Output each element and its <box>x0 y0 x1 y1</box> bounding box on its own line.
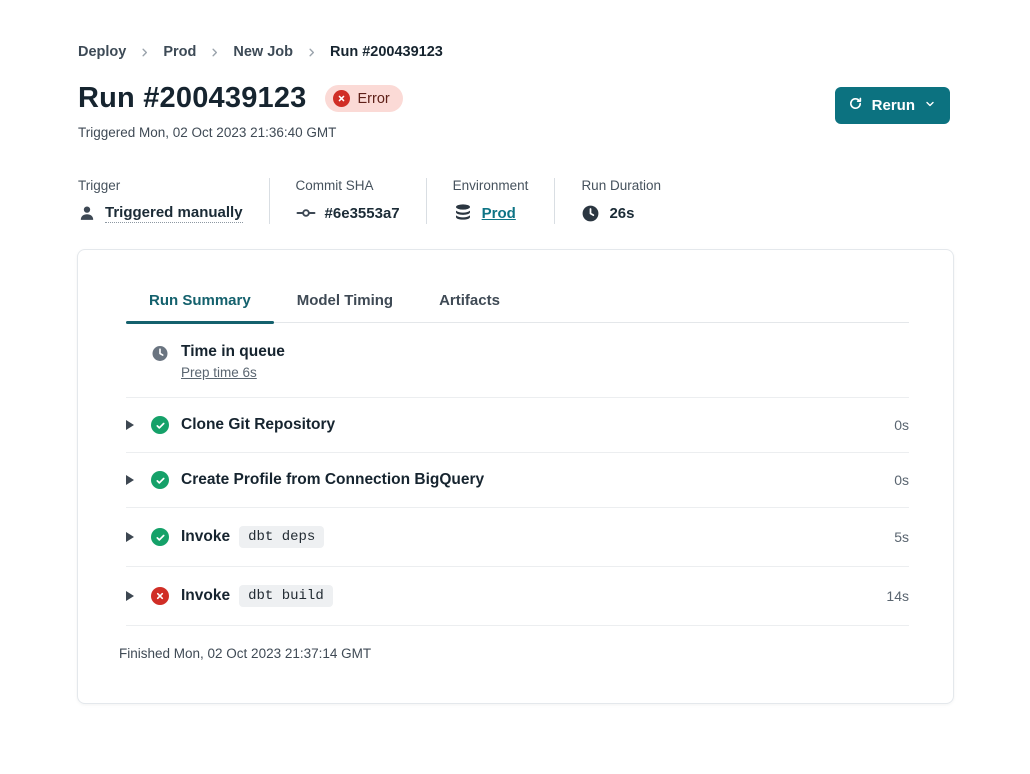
step-duration: 14s <box>886 588 909 604</box>
breadcrumb: Deploy Prod New Job Run #200439123 <box>78 44 1030 60</box>
step-row-create-profile[interactable]: Create Profile from Connection BigQuery … <box>126 453 909 508</box>
meta-duration: Run Duration 26s <box>554 178 687 224</box>
breadcrumb-prod[interactable]: Prod <box>163 44 196 60</box>
user-icon <box>78 204 96 222</box>
check-circle-icon <box>151 528 169 546</box>
queue-row: Time in queue Prep time 6s <box>126 323 909 398</box>
tab-run-summary[interactable]: Run Summary <box>126 292 274 322</box>
breadcrumb-deploy[interactable]: Deploy <box>78 44 126 60</box>
step-title: Clone Git Repository <box>181 416 335 434</box>
step-duration: 0s <box>894 472 909 488</box>
meta-trigger: Trigger Triggered manually <box>78 178 269 224</box>
caret-expand-icon[interactable] <box>126 420 134 430</box>
meta-commit: Commit SHA #6e3553a7 <box>269 178 426 224</box>
meta-duration-label: Run Duration <box>581 178 661 193</box>
chevron-right-icon <box>306 47 317 58</box>
step-row-clone-git[interactable]: Clone Git Repository 0s <box>126 398 909 453</box>
meta-commit-value: #6e3553a7 <box>325 205 400 222</box>
step-row-dbt-build[interactable]: Invoke dbt build 14s <box>126 567 909 626</box>
queue-title: Time in queue <box>181 343 285 361</box>
rerun-button[interactable]: Rerun <box>835 87 950 124</box>
meta-environment-value-link[interactable]: Prod <box>482 205 516 222</box>
git-commit-icon <box>296 203 316 223</box>
run-meta-row: Trigger Triggered manually Commit SHA #6… <box>78 178 1030 224</box>
x-circle-icon <box>333 90 350 107</box>
rerun-button-label: Rerun <box>872 97 915 114</box>
step-duration: 0s <box>894 417 909 433</box>
status-badge-label: Error <box>358 91 390 107</box>
chevron-down-icon <box>924 97 936 114</box>
meta-environment-label: Environment <box>453 178 529 193</box>
caret-expand-icon[interactable] <box>126 475 134 485</box>
finished-timestamp: Finished Mon, 02 Oct 2023 21:37:14 GMT <box>119 646 909 661</box>
meta-commit-label: Commit SHA <box>296 178 400 193</box>
step-title: Invoke <box>181 587 230 605</box>
prep-time-link[interactable]: Prep time 6s <box>181 365 285 380</box>
tab-model-timing[interactable]: Model Timing <box>274 292 416 322</box>
step-duration: 5s <box>894 529 909 545</box>
chevron-right-icon <box>139 47 150 58</box>
command-chip: dbt build <box>239 585 333 607</box>
meta-trigger-label: Trigger <box>78 178 243 193</box>
database-icon <box>453 203 473 223</box>
breadcrumb-new-job[interactable]: New Job <box>233 44 293 60</box>
step-title: Create Profile from Connection BigQuery <box>181 471 484 489</box>
check-circle-icon <box>151 416 169 434</box>
run-summary-card: Run Summary Model Timing Artifacts Time … <box>77 249 954 704</box>
chevron-right-icon <box>209 47 220 58</box>
refresh-icon <box>848 96 863 115</box>
clock-icon <box>581 204 600 223</box>
tab-artifacts[interactable]: Artifacts <box>416 292 523 322</box>
step-row-dbt-deps[interactable]: Invoke dbt deps 5s <box>126 508 909 567</box>
header: Run #200439123 Error Rerun <box>78 82 950 115</box>
x-circle-icon <box>151 587 169 605</box>
meta-duration-value: 26s <box>609 205 634 222</box>
caret-expand-icon[interactable] <box>126 532 134 542</box>
command-chip: dbt deps <box>239 526 324 548</box>
caret-expand-icon[interactable] <box>126 591 134 601</box>
breadcrumb-current-run: Run #200439123 <box>330 44 443 60</box>
tab-bar: Run Summary Model Timing Artifacts <box>126 292 909 323</box>
clock-icon <box>151 344 169 362</box>
check-circle-icon <box>151 471 169 489</box>
status-badge: Error <box>325 85 403 112</box>
page-title: Run #200439123 <box>78 82 307 115</box>
step-title: Invoke <box>181 528 230 546</box>
meta-trigger-value[interactable]: Triggered manually <box>105 204 243 223</box>
triggered-timestamp: Triggered Mon, 02 Oct 2023 21:36:40 GMT <box>78 125 1030 140</box>
meta-environment: Environment Prod <box>426 178 555 224</box>
